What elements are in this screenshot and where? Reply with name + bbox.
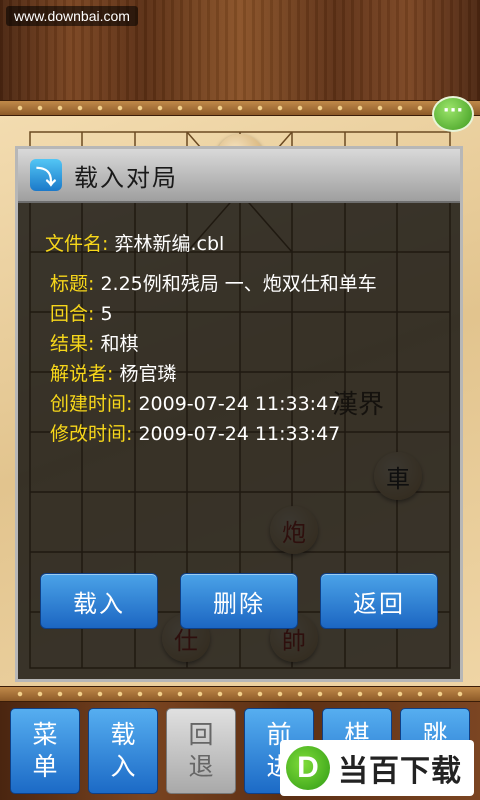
undo-button[interactable]: 回退 bbox=[166, 708, 236, 794]
watermark-url: www.downbai.com bbox=[6, 6, 138, 26]
dialog-header: ⤵ 载入对局 bbox=[18, 149, 460, 203]
field-row: 结果: 和棋 bbox=[50, 329, 138, 356]
field-value: 2009-07-24 11:33:47 bbox=[138, 393, 341, 415]
chat-icon[interactable]: ··· bbox=[432, 96, 474, 132]
field-label: 修改时间: bbox=[50, 423, 133, 445]
field-value: 和棋 bbox=[100, 333, 139, 355]
menu-button[interactable]: 菜单 bbox=[10, 708, 80, 794]
filename-value: 弈林新编.cbl bbox=[114, 233, 225, 255]
field-value: 5 bbox=[100, 303, 113, 325]
field-label: 标题: bbox=[50, 273, 95, 295]
load-icon: ⤵ bbox=[30, 159, 62, 191]
load-button[interactable]: 载入 bbox=[40, 573, 158, 629]
field-label: 结果: bbox=[50, 333, 95, 355]
logo-text: 当百下载 bbox=[338, 754, 462, 789]
load-game-dialog: ⤵ 载入对局 文件名: 弈林新编.cbl 标题: 2.25例和残局 一、炮双仕和… bbox=[15, 146, 463, 682]
board-bottom-rail bbox=[0, 686, 480, 702]
filename-row: 文件名: 弈林新编.cbl bbox=[45, 229, 224, 256]
field-row: 解说者: 杨官璘 bbox=[50, 359, 176, 386]
load-toolbar-button[interactable]: 载入 bbox=[88, 708, 158, 794]
logo-d-icon: D bbox=[286, 746, 330, 790]
field-row: 修改时间: 2009-07-24 11:33:47 bbox=[50, 419, 340, 446]
site-logo: D 当百下载 bbox=[280, 740, 474, 796]
field-label: 创建时间: bbox=[50, 393, 133, 415]
back-button[interactable]: 返回 bbox=[320, 573, 438, 629]
dialog-title: 载入对局 bbox=[74, 163, 178, 192]
board-top-rail bbox=[0, 100, 480, 116]
field-value: 杨官璘 bbox=[119, 363, 177, 385]
field-row: 回合: 5 bbox=[50, 299, 113, 326]
field-value: 2.25例和残局 一、炮双仕和单车 bbox=[100, 273, 377, 295]
delete-button[interactable]: 删除 bbox=[180, 573, 298, 629]
field-row: 标题: 2.25例和残局 一、炮双仕和单车 bbox=[50, 269, 377, 296]
field-value: 2009-07-24 11:33:47 bbox=[138, 423, 341, 445]
field-row: 创建时间: 2009-07-24 11:33:47 bbox=[50, 389, 340, 416]
filename-label: 文件名: bbox=[45, 233, 109, 255]
field-label: 回合: bbox=[50, 303, 95, 325]
field-label: 解说者: bbox=[50, 363, 114, 385]
